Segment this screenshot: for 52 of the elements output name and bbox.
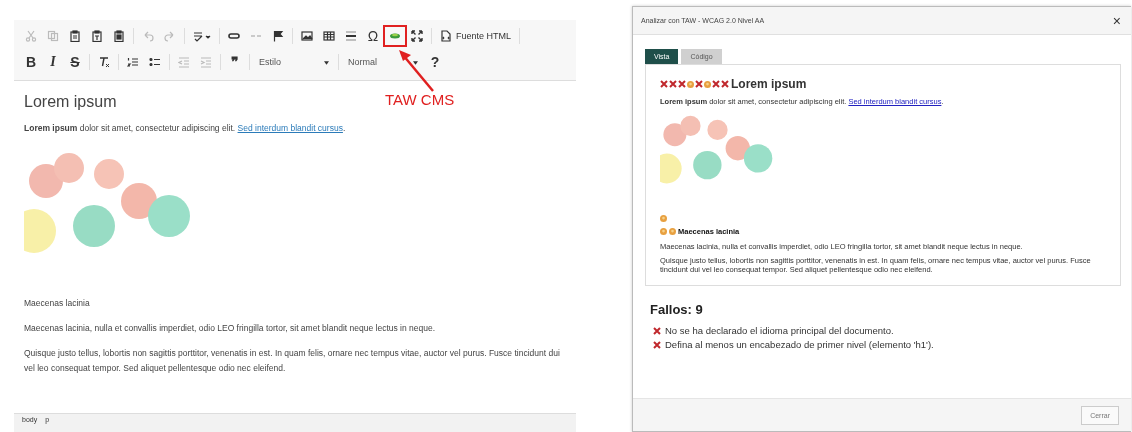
- warning-dot-icon: [660, 228, 667, 235]
- image-icon: [301, 30, 313, 42]
- expand-arrows-icon: [411, 30, 423, 42]
- annotation-arrow: [397, 49, 437, 93]
- error-cross-icon: [695, 80, 703, 88]
- clear-format-icon: [98, 56, 110, 68]
- paragraph: Lorem ipsum dolor sit amet, consectetur adipiscing elit. Sed interdum blandit cursus.: [24, 122, 347, 135]
- scissors-icon: [25, 30, 37, 42]
- copy-icon: [47, 30, 59, 42]
- flag-icon: [272, 30, 284, 42]
- paragraph: Maecenas lacinia: [24, 297, 91, 310]
- annotation-label: TAW CMS: [385, 91, 455, 108]
- document-icon: [440, 30, 452, 42]
- warning-dot-icon: [687, 80, 694, 88]
- caret-icon: [324, 61, 329, 65]
- warning-dot-icon: [669, 228, 676, 235]
- link[interactable]: Sed interdum blandit cursus: [237, 123, 343, 133]
- toolbar-button[interactable]: ?: [425, 52, 445, 72]
- link-icon: [228, 30, 240, 42]
- clipboard-icon: [91, 30, 103, 42]
- caret-icon: [413, 61, 418, 65]
- warning-dot-icon: [660, 215, 667, 222]
- toolbar-button[interactable]: Ω: [363, 26, 383, 46]
- warning-dot-icon: [704, 80, 711, 88]
- horizontal-line-icon: [345, 30, 357, 42]
- clipboard-icon: [113, 30, 125, 42]
- error-cross-icon: [653, 340, 661, 349]
- table-icon: [323, 30, 335, 42]
- spellcheck-icon: [193, 30, 211, 42]
- paragraph: Maecenas lacinia, nulla et convallis imperdiet, odio LEO fringilla tortor, sit amet blandit neque lectus in neque.: [24, 322, 437, 335]
- toolbar-button[interactable]: Fuente HTML: [436, 27, 516, 45]
- dropdown-field[interactable]: Normal: [342, 55, 424, 69]
- paragraph: Quisque justo tellus, lobortis non sagittis porttitor, venenatis in est. In quam felis, ornare nec tempus vitae, auctor vel purus. Fusce tincidunt dui vel leo consequat tempor. Sed aliquet pellentesque odio nec eleifend.: [24, 347, 561, 375]
- outdent-icon: [178, 56, 190, 68]
- indent-icon: [200, 56, 212, 68]
- heading: Lorem ipsum: [24, 93, 117, 111]
- clipboard-icon: [69, 30, 81, 42]
- error-cross-icon: [653, 326, 661, 335]
- close-button[interactable]: ×: [1110, 12, 1123, 29]
- toolbar-button[interactable]: ❞: [225, 52, 245, 72]
- failure-message: No se ha declarado el idioma principal del documento.: [665, 325, 894, 336]
- redo-arrow-icon: [164, 30, 176, 42]
- toolbar-button[interactable]: S: [65, 52, 85, 72]
- numbered-list-icon: [127, 56, 139, 68]
- toolbar-button[interactable]: B: [21, 52, 41, 72]
- failure-message: Defina al menos un encabezado de primer nivel (elemento 'h1').: [665, 339, 934, 350]
- dropdown-field[interactable]: Estilo: [253, 55, 335, 69]
- heading: Lorem ipsum: [731, 77, 807, 91]
- section-heading: Fallos: 9: [650, 302, 704, 317]
- toolbar-button[interactable]: I: [43, 52, 63, 72]
- bulleted-list-icon: [149, 56, 161, 68]
- undo-arrow-icon: [142, 30, 154, 42]
